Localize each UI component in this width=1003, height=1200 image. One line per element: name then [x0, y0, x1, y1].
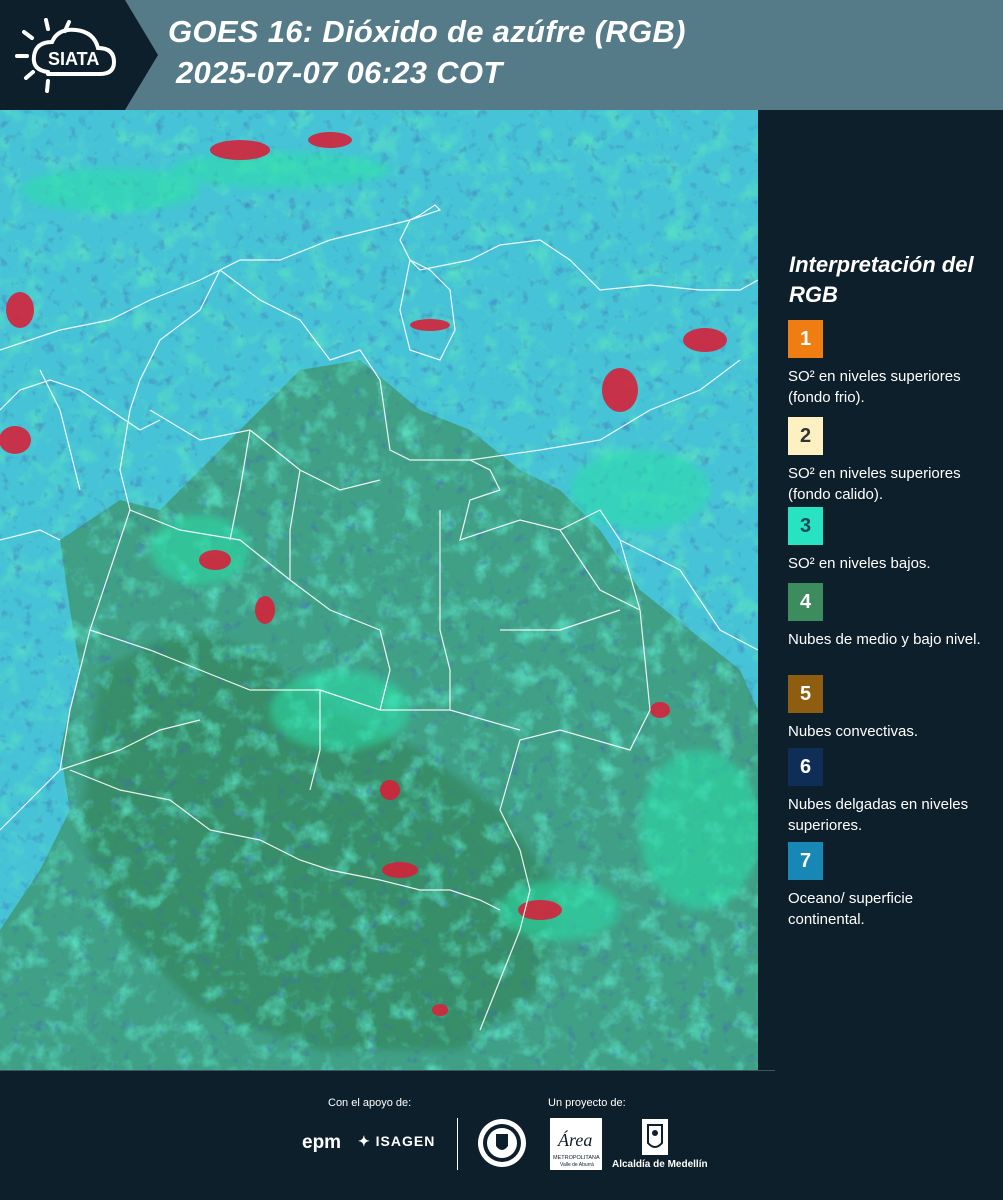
support-label: Con el apoyo de:: [328, 1097, 412, 1109]
page-title-line-1: GOES 16: Dióxido de azúfre (RGB): [168, 14, 686, 49]
alcaldia-crest-icon: [642, 1119, 668, 1155]
isagen-mark-icon: ✦: [358, 1133, 371, 1149]
legend-swatch-1: 1: [788, 320, 823, 358]
legend-label-5: Nubes convectivas.: [788, 723, 919, 740]
siata-logo-text: SIATA: [48, 49, 99, 69]
legend-item-2: 2 SO² en niveles superiores (fondo calid…: [788, 417, 988, 517]
area-metropolitana-logo: Área METROPOLITANA Valle de Aburrá: [550, 1118, 602, 1170]
legend-swatch-6: 6: [788, 748, 823, 786]
legend-label-3: SO² en niveles bajos.: [788, 555, 931, 572]
legend-label-1: SO² en niveles superiores (fondo frio).: [788, 368, 961, 406]
legend-swatch-3: 3: [788, 507, 823, 545]
page: SIATA GOES 16: Dióxido de azúfre (RGB) 2…: [0, 0, 1003, 1200]
isagen-logo-text: ISAGEN: [375, 1133, 436, 1149]
footer: Con el apoyo de: Un proyecto de: epm ✦ I…: [0, 1070, 1003, 1200]
header: SIATA GOES 16: Dióxido de azúfre (RGB) 2…: [0, 0, 1003, 110]
siata-logo: SIATA: [15, 18, 117, 93]
legend-item-5: 5 Nubes convectivas.: [788, 675, 988, 742]
legend-item-7: 7 Oceano/ superficie continental.: [788, 842, 988, 930]
legend-swatch-5: 5: [788, 675, 823, 713]
isagen-logo: ✦ ISAGEN: [358, 1133, 435, 1150]
legend-item-6: 6 Nubes delgadas en niveles superiores.: [788, 748, 988, 836]
svg-text:Valle de Aburrá: Valle de Aburrá: [560, 1162, 594, 1168]
footer-separator: [0, 1070, 775, 1071]
epm-logo: epm: [302, 1132, 342, 1153]
legend-item-4: 4 Nubes de medio y bajo nivel.: [788, 583, 988, 650]
svg-text:METROPOLITANA: METROPOLITANA: [553, 1155, 600, 1161]
legend-label-6: Nubes delgadas en niveles superiores.: [788, 796, 969, 834]
medellin-seal-icon: [478, 1119, 526, 1167]
page-title-line-2: 2025-07-07 06:23 COT: [176, 55, 503, 90]
legend-item-1: 1 SO² en niveles superiores (fondo frio)…: [788, 320, 988, 408]
legend-title: Interpretación del RGB: [789, 252, 974, 307]
legend-swatch-7: 7: [788, 842, 823, 880]
legend-label-4: Nubes de medio y bajo nivel.: [788, 631, 981, 648]
footer-divider: [457, 1118, 458, 1170]
alcaldia-label: Alcaldía de Medellín: [612, 1159, 708, 1170]
satellite-image: [0, 110, 758, 1070]
legend-item-3: 3 SO² en niveles bajos.: [788, 507, 988, 574]
svg-text:Área: Área: [557, 1129, 592, 1150]
legend-swatch-4: 4: [788, 583, 823, 621]
legend-panel: Interpretación del RGB 1 SO² en niveles …: [758, 110, 1003, 1070]
satellite-map[interactable]: [0, 110, 758, 1070]
legend-label-7: Oceano/ superficie continental.: [788, 890, 914, 928]
legend-swatch-2: 2: [788, 417, 823, 455]
project-label: Un proyecto de:: [548, 1097, 626, 1109]
